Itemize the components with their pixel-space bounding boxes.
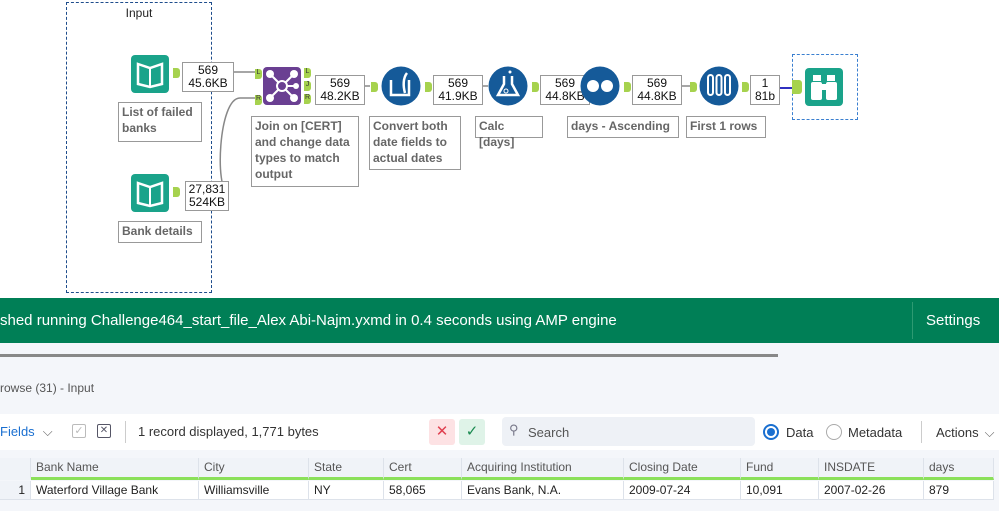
annotation: Bank details xyxy=(118,221,202,243)
record-count: 569 45.6KB xyxy=(182,62,234,92)
actions-label: Actions xyxy=(936,425,979,440)
settings-button[interactable]: Settings xyxy=(926,312,980,329)
output-anchor[interactable] xyxy=(173,187,180,197)
divider xyxy=(912,302,913,339)
divider xyxy=(921,421,922,443)
formula-flask-icon[interactable] xyxy=(488,66,528,106)
input-data-icon[interactable] xyxy=(130,54,170,94)
sort-icon[interactable] xyxy=(580,66,620,106)
metadata-radio-label: Metadata xyxy=(848,425,903,440)
results-title: rowse (31) - Input xyxy=(0,381,95,395)
input-container[interactable]: Input xyxy=(66,2,212,293)
cancel-icon[interactable]: ✕ xyxy=(429,419,455,445)
horizontal-scrollbar[interactable] xyxy=(0,354,778,357)
annotation: days - Ascending xyxy=(567,116,679,138)
output-anchor[interactable] xyxy=(624,82,631,92)
table-cell[interactable]: 2009-07-24 xyxy=(624,481,741,500)
data-radio[interactable] xyxy=(763,424,779,440)
column-header[interactable]: State xyxy=(309,458,384,480)
table-cell[interactable]: Williamsville xyxy=(199,481,309,500)
actions-dropdown[interactable]: Actions ⌵ xyxy=(936,425,995,441)
column-header[interactable]: INSDATE xyxy=(819,458,924,480)
container-title: Input xyxy=(125,6,153,20)
annotation: Join on [CERT] and change data types to … xyxy=(251,116,359,187)
search-icon: ⚲ xyxy=(509,422,519,437)
divider xyxy=(125,421,126,443)
workflow-canvas[interactable]: Input 569 45.6KB List of failed banks 27,… xyxy=(0,0,999,298)
input-anchor[interactable] xyxy=(371,82,378,92)
anchor-l[interactable]: L xyxy=(255,69,262,79)
input-data-icon[interactable] xyxy=(130,173,170,213)
browse-binoculars-icon[interactable] xyxy=(804,67,844,107)
status-message: shed running Challenge464_start_file_Ale… xyxy=(0,312,617,329)
formula-icon[interactable] xyxy=(381,66,421,106)
output-anchor[interactable] xyxy=(532,82,539,92)
column-header[interactable]: City xyxy=(199,458,309,480)
fields-dropdown[interactable]: Fields ⌵ xyxy=(0,424,53,440)
table-cell[interactable]: NY xyxy=(309,481,384,500)
record-info: 1 record displayed, 1,771 bytes xyxy=(138,424,319,439)
fields-label: Fields xyxy=(0,424,35,439)
column-header[interactable]: Fund xyxy=(741,458,819,480)
annotation: First 1 rows xyxy=(686,116,766,138)
column-header[interactable]: Closing Date xyxy=(624,458,741,480)
column-header[interactable]: Bank Name xyxy=(31,458,199,480)
anchor-r[interactable]: R xyxy=(255,95,262,105)
record-count: 569 48.2KB xyxy=(315,75,365,105)
select-all-checkbox-icon[interactable]: ✓ xyxy=(72,424,86,438)
input-anchor[interactable] xyxy=(792,80,802,94)
annotation: Convert both date fields to actual dates xyxy=(369,116,461,170)
row-number-header xyxy=(0,458,31,480)
record-count: 569 44.8KB xyxy=(632,75,682,105)
output-anchor[interactable] xyxy=(173,68,180,78)
search-placeholder: Search xyxy=(528,425,570,440)
table-cell[interactable]: 879 xyxy=(924,481,994,500)
input-anchor[interactable] xyxy=(690,82,697,92)
table-cell[interactable]: 10,091 xyxy=(741,481,819,500)
record-count: 1 81b xyxy=(750,75,780,105)
column-header[interactable]: Cert xyxy=(384,458,462,480)
output-anchor[interactable] xyxy=(742,82,749,92)
anchor-l-out[interactable]: L xyxy=(304,68,311,78)
table-cell[interactable]: 2007-02-26 xyxy=(819,481,924,500)
annotation: List of failed banks xyxy=(118,102,202,142)
chevron-down-icon: ⌵ xyxy=(984,425,995,440)
output-anchor[interactable] xyxy=(425,82,432,92)
anchor-r-out[interactable]: R xyxy=(304,94,311,104)
table-cell[interactable]: Waterford Village Bank xyxy=(31,481,199,500)
column-header[interactable]: days xyxy=(924,458,994,480)
table-cell[interactable]: 58,065 xyxy=(384,481,462,500)
chevron-down-icon: ⌵ xyxy=(42,424,53,439)
record-count: 27,831 524KB xyxy=(185,181,229,211)
metadata-radio[interactable] xyxy=(826,424,842,440)
data-radio-label: Data xyxy=(786,425,814,440)
annotation: Calc [days] xyxy=(475,116,543,149)
anchor-j-out[interactable]: J xyxy=(304,81,311,91)
record-count: 569 41.9KB xyxy=(433,75,483,105)
apply-check-icon[interactable]: ✓ xyxy=(459,419,485,445)
table-cell[interactable]: Evans Bank, N.A. xyxy=(462,481,624,500)
column-header[interactable]: Acquiring Institution xyxy=(462,458,624,480)
row-number: 1 xyxy=(0,481,31,500)
deselect-all-icon[interactable]: ✕ xyxy=(97,424,111,438)
search-input[interactable]: ⚲ Search xyxy=(502,417,755,446)
sample-icon[interactable] xyxy=(699,66,739,106)
status-bar: shed running Challenge464_start_file_Ale… xyxy=(0,298,999,343)
join-icon[interactable] xyxy=(262,66,302,106)
